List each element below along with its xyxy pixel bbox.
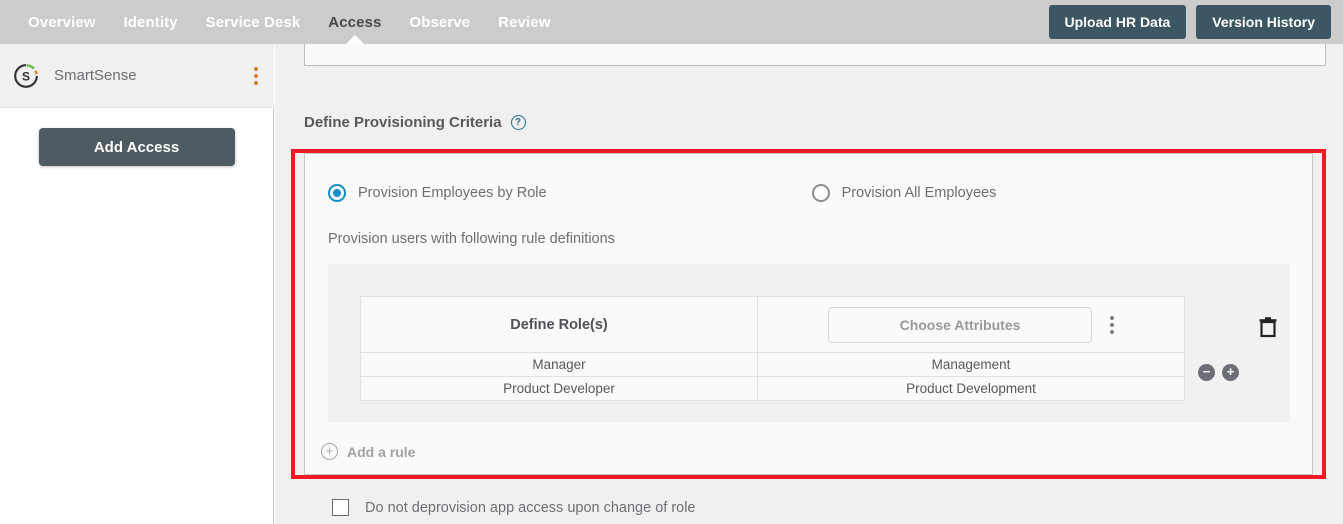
provision-mode-radio-group: Provision Employees by Role Provision Al…	[328, 184, 996, 202]
svg-text:S: S	[22, 69, 30, 83]
table-row: Manager Management	[360, 352, 1185, 377]
radio-button-selected-icon	[328, 184, 346, 202]
nav-item-label: Service Desk	[205, 13, 301, 31]
rule-definition-container: Define Role(s) Choose Attributes Manager…	[328, 264, 1290, 422]
sidebar-app-row[interactable]: S SmartSense	[0, 44, 274, 108]
nav-item-service-desk[interactable]: Service Desk	[192, 0, 315, 44]
nav-item-observe[interactable]: Observe	[395, 0, 484, 44]
minus-circle-icon[interactable]: −	[1198, 364, 1215, 381]
attributes-menu-icon[interactable]	[1110, 315, 1114, 334]
table-header-row: Define Role(s) Choose Attributes	[360, 296, 1185, 353]
do-not-deprovision-label: Do not deprovision app access upon chang…	[365, 499, 696, 516]
nav-item-label: Review	[498, 13, 551, 31]
active-tab-caret-icon	[345, 35, 364, 44]
rule-table: Define Role(s) Choose Attributes Manager…	[360, 296, 1185, 401]
sidebar-app-menu-icon[interactable]	[254, 66, 258, 85]
upload-hr-data-button[interactable]: Upload HR Data	[1048, 5, 1187, 39]
nav-item-overview[interactable]: Overview	[14, 0, 110, 44]
radio-provision-by-role[interactable]: Provision Employees by Role	[328, 184, 547, 202]
cell-attribute: Management	[757, 352, 1185, 377]
plus-circle-icon[interactable]: +	[1222, 364, 1239, 381]
do-not-deprovision-checkbox[interactable]	[332, 499, 349, 516]
sidebar: S SmartSense Add Access	[0, 44, 274, 524]
cell-attribute: Product Development	[757, 376, 1185, 401]
help-circle-icon[interactable]: ?	[510, 115, 526, 130]
add-a-rule-label: Add a rule	[347, 443, 416, 460]
radio-label: Provision Employees by Role	[358, 185, 547, 201]
main-content: Define Provisioning Criteria ? Provision…	[275, 44, 1343, 524]
page-title: Define Provisioning Criteria	[304, 114, 502, 131]
nav-item-label: Observe	[409, 13, 471, 31]
nav-item-identity[interactable]: Identity	[110, 0, 192, 44]
nav-item-access[interactable]: Access	[314, 0, 395, 44]
row-controls: − +	[1198, 364, 1239, 381]
plus-circle-outline-icon: +	[321, 443, 338, 460]
radio-provision-all-employees[interactable]: Provision All Employees	[811, 184, 997, 202]
radio-button-unselected-icon	[811, 184, 830, 202]
nav-item-label: Overview	[28, 13, 96, 31]
choose-attributes-select[interactable]: Choose Attributes	[828, 306, 1092, 343]
table-row: Product Developer Product Development	[360, 376, 1185, 401]
column-header-choose-attributes: Choose Attributes	[757, 296, 1185, 353]
nav-item-label: Identity	[123, 13, 178, 31]
add-access-button[interactable]: Add Access	[38, 128, 235, 166]
trash-icon[interactable]	[1258, 316, 1278, 343]
sidebar-app-name: SmartSense	[54, 67, 137, 84]
section-header: Define Provisioning Criteria ?	[304, 114, 526, 131]
version-history-button[interactable]: Version History	[1196, 5, 1331, 39]
cell-role: Product Developer	[360, 376, 758, 401]
add-access-wrapper: Add Access	[0, 128, 273, 166]
nav-actions: Upload HR Data Version History	[1048, 0, 1331, 44]
smartsense-logo-icon: S	[12, 62, 40, 90]
nav-item-label: Access	[328, 13, 382, 31]
previous-section-card-partial	[304, 44, 1326, 66]
nav-item-list: Overview Identity Service Desk Access Ob…	[14, 0, 564, 44]
cell-role: Manager	[360, 352, 758, 377]
rule-definitions-subtitle: Provision users with following rule defi…	[328, 231, 615, 247]
column-header-define-roles: Define Role(s)	[360, 296, 758, 353]
nav-item-review[interactable]: Review	[484, 0, 564, 44]
radio-label: Provision All Employees	[841, 185, 997, 201]
provisioning-criteria-panel: Provision Employees by Role Provision Al…	[304, 153, 1313, 475]
top-navigation-bar: Overview Identity Service Desk Access Ob…	[0, 0, 1343, 44]
do-not-deprovision-row[interactable]: Do not deprovision app access upon chang…	[332, 499, 696, 516]
add-a-rule-button[interactable]: + Add a rule	[321, 443, 415, 460]
